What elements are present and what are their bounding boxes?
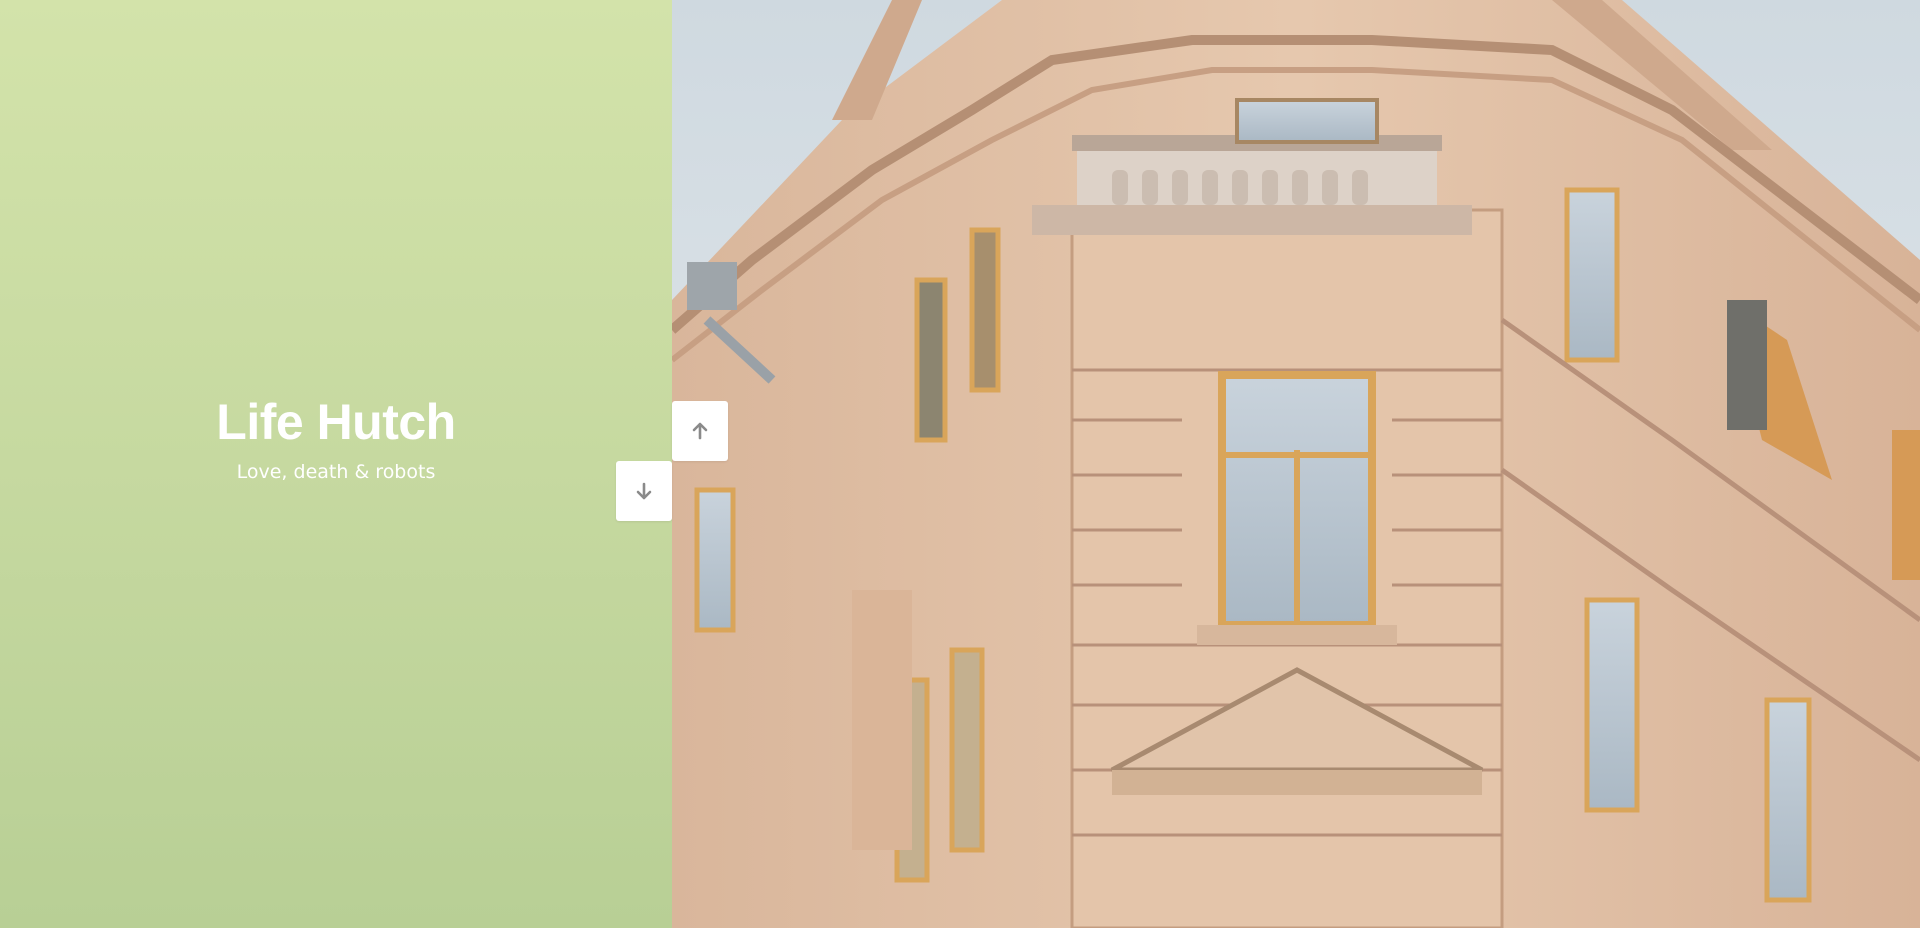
arrow-down-icon <box>636 482 652 500</box>
intro-panel: Life Hutch Love, death & robots <box>0 0 672 928</box>
site-tagline: Love, death & robots <box>236 461 436 483</box>
hero-photo <box>672 0 1920 928</box>
scroll-down-button[interactable] <box>616 461 672 521</box>
scroll-up-button[interactable] <box>672 401 728 461</box>
building-facade-image <box>672 0 1920 928</box>
arrow-up-icon <box>692 422 708 440</box>
brand-block: Life Hutch Love, death & robots <box>0 392 672 484</box>
page: Life Hutch Love, death & robots <box>0 0 1920 928</box>
site-title: Life Hutch <box>216 394 456 450</box>
